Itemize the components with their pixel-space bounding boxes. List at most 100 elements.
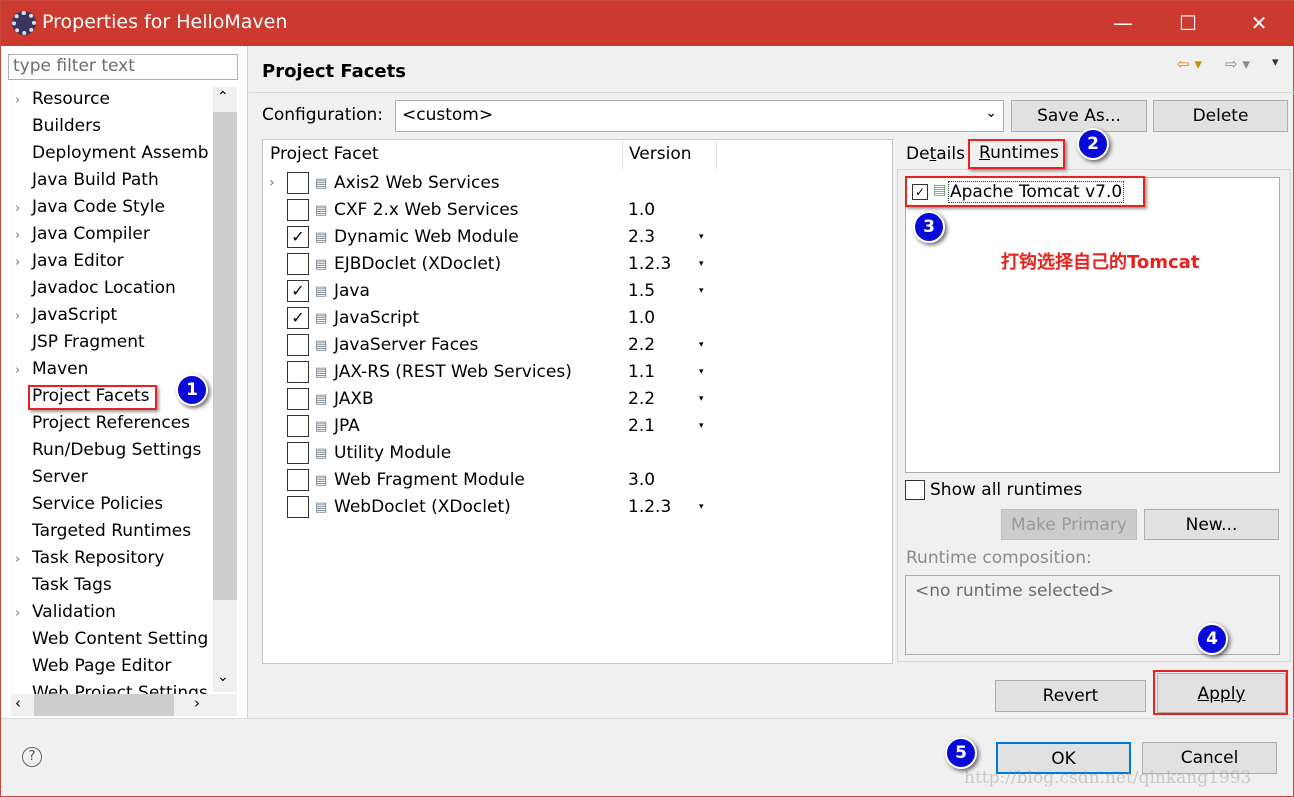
tree-item[interactable]: Javadoc Location (15, 275, 213, 302)
save-as-button[interactable]: Save As... (1011, 100, 1147, 132)
facet-version[interactable]: 2.2 (628, 332, 655, 359)
dropdown-arrow-icon[interactable]: ▾ (699, 278, 704, 305)
facet-version[interactable]: 1.2.3 (628, 494, 671, 521)
dropdown-arrow-icon[interactable]: ▾ (699, 386, 704, 413)
configuration-select[interactable]: <custom> ⌄ (395, 100, 1004, 132)
tree-item[interactable]: Deployment Assemb (15, 140, 213, 167)
tab-details[interactable]: Details (906, 144, 965, 164)
facet-icon: ▤ (315, 392, 328, 407)
tree-hscroll-thumb[interactable] (34, 694, 174, 716)
chevron-right-icon[interactable]: › (15, 357, 32, 383)
scroll-up-icon[interactable]: ⌃ (217, 89, 229, 105)
facet-version[interactable]: 2.3 (628, 224, 655, 251)
facet-checkbox[interactable]: ✓ (287, 280, 309, 302)
column-header-facet[interactable]: Project Facet (270, 144, 379, 164)
tree-item[interactable]: Run/Debug Settings (15, 437, 213, 464)
facet-checkbox[interactable] (287, 199, 309, 221)
tree-item[interactable]: › Java Editor (15, 248, 213, 275)
tree-item[interactable]: Task Tags (15, 572, 213, 599)
facet-checkbox[interactable] (287, 253, 309, 275)
show-all-runtimes-checkbox[interactable] (905, 480, 925, 500)
dropdown-arrow-icon[interactable]: ▾ (699, 413, 704, 440)
dropdown-arrow-icon[interactable]: ▾ (699, 251, 704, 278)
chevron-right-icon[interactable]: › (15, 303, 32, 329)
chevron-right-icon[interactable]: › (15, 87, 32, 113)
dropdown-arrow-icon[interactable]: ▾ (699, 332, 704, 359)
facet-checkbox[interactable] (287, 496, 309, 518)
facet-checkbox[interactable]: ✓ (287, 226, 309, 248)
annotation-text: 打钩选择自己的Tomcat (1001, 252, 1200, 273)
facet-row[interactable]: ▤ WebDoclet (XDoclet) 1.2.3 ▾ (269, 494, 889, 521)
facet-row[interactable]: ▤ JPA 2.1 ▾ (269, 413, 889, 440)
facet-version[interactable]: 2.1 (628, 413, 655, 440)
facet-checkbox[interactable] (287, 172, 309, 194)
minimize-button[interactable]: — (1091, 1, 1155, 46)
tree-item[interactable]: Java Build Path (15, 167, 213, 194)
forward-nav-icon[interactable]: ⇨ ▾ (1225, 55, 1250, 73)
tree-item[interactable]: JSP Fragment (15, 329, 213, 356)
tree-item[interactable]: Project References (15, 410, 213, 437)
facet-row[interactable]: ✓ ▤ Dynamic Web Module 2.3 ▾ (269, 224, 889, 251)
facet-row[interactable]: ▤ JAX-RS (REST Web Services) 1.1 ▾ (269, 359, 889, 386)
facet-row[interactable]: ✓ ▤ Java 1.5 ▾ (269, 278, 889, 305)
new-runtime-button[interactable]: New... (1144, 509, 1279, 540)
facet-checkbox[interactable] (287, 469, 309, 491)
facet-row[interactable]: ▤ Web Fragment Module 3.0 (269, 467, 889, 494)
tree-scroll-thumb[interactable] (213, 112, 237, 600)
tree-item[interactable]: › Task Repository (15, 545, 213, 572)
make-primary-button[interactable]: Make Primary (1001, 509, 1137, 540)
chevron-right-icon[interactable]: › (15, 546, 32, 572)
tree-item[interactable]: › JavaScript (15, 302, 213, 329)
help-icon[interactable]: ? (22, 747, 42, 767)
filter-input[interactable]: type filter text (8, 54, 238, 80)
tree-item[interactable]: › Validation (15, 599, 213, 626)
view-menu-icon[interactable]: ▾ (1272, 55, 1279, 70)
facet-checkbox[interactable] (287, 334, 309, 356)
tree-item[interactable]: › Java Compiler (15, 221, 213, 248)
chevron-right-icon[interactable]: › (15, 249, 32, 275)
tree-item[interactable]: Web Content Setting (15, 626, 213, 653)
facet-row[interactable]: ▤ Utility Module (269, 440, 889, 467)
tree-item[interactable]: Server (15, 464, 213, 491)
tree-item[interactable]: › Java Code Style (15, 194, 213, 221)
dropdown-arrow-icon[interactable]: ▾ (699, 494, 704, 521)
tree-item[interactable]: Builders (15, 113, 213, 140)
facet-version[interactable]: 1.1 (628, 359, 655, 386)
chevron-right-icon[interactable]: › (269, 170, 275, 197)
back-nav-icon[interactable]: ⇦ ▾ (1177, 55, 1202, 73)
tree-item[interactable]: › Resource (15, 86, 213, 113)
facet-row[interactable]: ▤ EJBDoclet (XDoclet) 1.2.3 ▾ (269, 251, 889, 278)
tree-item[interactable]: Targeted Runtimes (15, 518, 213, 545)
facet-checkbox[interactable] (287, 415, 309, 437)
facet-version[interactable]: 1.2.3 (628, 251, 671, 278)
chevron-right-icon[interactable]: › (15, 195, 32, 221)
delete-button[interactable]: Delete (1153, 100, 1288, 132)
facet-row[interactable]: ✓ ▤ JavaScript 1.0 (269, 305, 889, 332)
facet-version[interactable]: 1.5 (628, 278, 655, 305)
facet-checkbox[interactable] (287, 442, 309, 464)
facet-row[interactable]: ▤ JAXB 2.2 ▾ (269, 386, 889, 413)
tree-item-label: Java Compiler (32, 224, 150, 244)
facet-checkbox[interactable] (287, 361, 309, 383)
facet-version[interactable]: 2.2 (628, 386, 655, 413)
revert-button[interactable]: Revert (995, 680, 1146, 712)
facet-row[interactable]: ▤ JavaServer Faces 2.2 ▾ (269, 332, 889, 359)
facet-row[interactable]: ▤ CXF 2.x Web Services 1.0 (269, 197, 889, 224)
facet-checkbox[interactable] (287, 388, 309, 410)
column-header-version[interactable]: Version (629, 144, 692, 164)
tree-item-label: Resource (32, 89, 110, 109)
facet-row[interactable]: › ▤ Axis2 Web Services (269, 170, 889, 197)
dropdown-arrow-icon[interactable]: ▾ (699, 359, 704, 386)
scroll-right-icon[interactable]: › (194, 694, 200, 712)
scroll-down-icon[interactable]: ⌄ (217, 669, 229, 685)
close-button[interactable]: ✕ (1227, 1, 1291, 46)
tree-item[interactable]: Service Policies (15, 491, 213, 518)
scroll-left-icon[interactable]: ‹ (15, 694, 21, 712)
annotation-box-project-facets (28, 385, 157, 410)
dropdown-arrow-icon[interactable]: ▾ (699, 224, 704, 251)
maximize-button[interactable]: ☐ (1156, 1, 1220, 46)
tree-item[interactable]: Web Page Editor (15, 653, 213, 680)
chevron-right-icon[interactable]: › (15, 600, 32, 626)
chevron-right-icon[interactable]: › (15, 222, 32, 248)
facet-checkbox[interactable]: ✓ (287, 307, 309, 329)
